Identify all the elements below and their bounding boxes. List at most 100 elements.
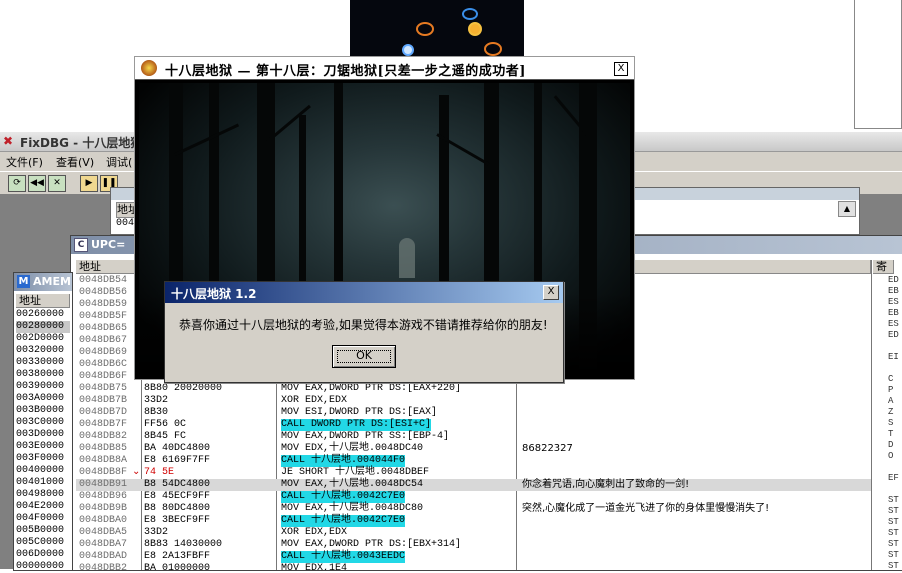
memory-row[interactable]: 003D0000 — [16, 429, 70, 441]
ok-button[interactable]: OK — [332, 345, 396, 368]
restart-icon[interactable]: ⟳ — [8, 175, 26, 192]
memory-row[interactable]: 00000000 — [16, 561, 70, 573]
disasm-instruction: XOR EDX,EDX — [281, 395, 348, 406]
memory-row[interactable]: 00498000 — [16, 489, 70, 501]
disasm-address: 0048DB7D — [79, 407, 128, 418]
disasm-row[interactable]: 0048DB9B B8 80DC4800 MOV EAX,十八层地.0048DC80… — [76, 503, 871, 515]
disasm-instruction: JE SHORT 十八层地.0048DBEF — [281, 467, 430, 478]
disasm-row[interactable]: 0048DBA5 33D2 XOR EDX,EDX — [76, 527, 871, 539]
disasm-instruction: MOV EAX,DWORD PTR SS:[EBP-4] — [281, 431, 450, 442]
memory-row[interactable]: 006D0000 — [16, 549, 70, 561]
memory-row[interactable]: 005C0000 — [16, 537, 70, 549]
register-label: EF — [888, 473, 899, 483]
debugger-title: FixDBG - 十八层地狱 — [20, 136, 143, 150]
memory-row[interactable]: 004E2000 — [16, 501, 70, 513]
game-titlebar[interactable]: 十八层地狱 — 第十八层：刀锯地狱[只差一步之遥的成功者] X — [135, 57, 634, 80]
close-icon[interactable]: ✕ — [48, 175, 66, 192]
memory-row[interactable]: 00280000 — [16, 321, 70, 333]
register-label: D — [888, 440, 894, 450]
register-label: C — [888, 374, 894, 384]
menu-view[interactable]: 查看(V) — [56, 154, 94, 170]
register-label: ED — [888, 330, 899, 340]
close-icon[interactable]: X — [543, 285, 559, 300]
register-label: P — [888, 385, 894, 395]
col-registers[interactable]: 寄 — [873, 260, 894, 274]
disasm-address: 0048DB75 — [79, 383, 128, 394]
memory-row[interactable]: 003B0000 — [16, 405, 70, 417]
disasm-row[interactable]: 0048DB8F ⌄ 74 5E JE SHORT 十八层地.0048DBEF — [76, 467, 871, 479]
disasm-instruction: CALL 十八层地.0042C7E0 — [281, 515, 406, 527]
disasm-address: 0048DBA7 — [79, 539, 128, 550]
register-label: EB — [888, 308, 899, 318]
disasm-bytes: 8B80 20020000 — [144, 383, 223, 394]
disasm-instruction: MOV EDX,十八层地.0048DC40 — [281, 443, 424, 454]
disasm-instruction: CALL DWORD PTR DS:[ESI+C] — [281, 419, 432, 431]
disasm-row[interactable]: 0048DBA0 E8 3BECF9FF CALL 十八层地.0042C7E0 — [76, 515, 871, 527]
memory-row[interactable]: 004F0000 — [16, 513, 70, 525]
register-label: A — [888, 396, 894, 406]
memory-row[interactable]: 003C0000 — [16, 417, 70, 429]
disasm-row[interactable]: 0048DBA7 8B83 14030000 MOV EAX,DWORD PTR D… — [76, 539, 871, 551]
disasm-row[interactable]: 0048DB96 E8 45ECF9FF CALL 十八层地.0042C7E0 — [76, 491, 871, 503]
memory-row[interactable]: 003E0000 — [16, 441, 70, 453]
disasm-row[interactable]: 0048DB7F FF56 0C CALL DWORD PTR DS:[ESI+C] — [76, 419, 871, 431]
memory-row[interactable]: 005B0000 — [16, 525, 70, 537]
disasm-bytes: BA 40DC4800 — [144, 443, 211, 454]
memory-badge: M — [17, 275, 30, 288]
memory-row[interactable]: 00401000 — [16, 477, 70, 489]
disasm-bytes: 74 5E — [144, 467, 175, 478]
disasm-address: 0048DB6F — [79, 371, 128, 382]
memory-row[interactable]: 00260000 — [16, 309, 70, 321]
disasm-address: 0048DB8A — [79, 455, 128, 466]
game-title: 十八层地狱 — 第十八层：刀锯地狱[只差一步之遥的成功者] — [165, 64, 526, 79]
disasm-row[interactable]: 0048DB75 8B80 20020000 MOV EAX,DWORD PTR D… — [76, 383, 871, 395]
memory-row[interactable]: 003A0000 — [16, 393, 70, 405]
disasm-comment: 你念着咒语,向心魔刺出了致命的一剑! — [522, 479, 690, 490]
memory-row[interactable]: 00380000 — [16, 369, 70, 381]
branch — [174, 123, 240, 156]
disasm-row[interactable]: 0048DB7D 8B30 MOV ESI,DWORD PTR DS:[EAX] — [76, 407, 871, 419]
register-label: ST — [888, 506, 899, 516]
disasm-instruction: MOV EAX,十八层地.0048DC54 — [281, 479, 424, 490]
disasm-row[interactable]: 0048DBAD E8 2A13FBFF CALL 十八层地.0043EEDC — [76, 551, 871, 563]
disasm-bytes: 33D2 — [144, 395, 169, 406]
close-icon[interactable]: X — [614, 62, 628, 76]
disasm-address: 0048DB9B — [79, 503, 128, 514]
orange-ring-icon — [484, 42, 502, 56]
memory-row[interactable]: 00390000 — [16, 381, 70, 393]
disasm-address: 0048DB67 — [79, 335, 128, 346]
register-label: EI — [888, 352, 899, 362]
disasm-row[interactable]: 0048DB85 BA 40DC4800 MOV EDX,十八层地.0048DC40… — [76, 443, 871, 455]
disasm-bytes: 8B30 — [144, 407, 169, 418]
memory-row[interactable]: 002D0000 — [16, 333, 70, 345]
disasm-row[interactable]: 0048DB91 B8 54DC4800 MOV EAX,十八层地.0048DC54… — [76, 479, 871, 491]
disasm-address: 0048DB65 — [79, 323, 128, 334]
dialog-titlebar[interactable]: 十八层地狱 1.2 X — [165, 282, 563, 303]
disasm-row[interactable]: 0048DB8A E8 6169F7FF CALL 十八层地.004044F0 — [76, 455, 871, 467]
rewind-icon[interactable]: ◀◀ — [28, 175, 46, 192]
tombstone — [399, 238, 415, 278]
register-label: ES — [888, 319, 899, 329]
disasm-bytes: FF56 0C — [144, 419, 187, 430]
disasm-row[interactable]: 0048DB7B 33D2 XOR EDX,EDX — [76, 395, 871, 407]
memory-row[interactable]: 003F0000 — [16, 453, 70, 465]
menu-file[interactable]: 文件(F) — [6, 154, 43, 170]
disasm-address: 0048DB96 — [79, 491, 128, 502]
disasm-address: 0048DB7F — [79, 419, 128, 430]
run-icon[interactable]: ▶ — [80, 175, 98, 192]
menu-debug[interactable]: 调试( — [106, 154, 132, 170]
memory-col-address[interactable]: 地址 — [16, 294, 70, 308]
bug-icon: ✖ — [3, 134, 14, 148]
memory-row[interactable]: 00330000 — [16, 357, 70, 369]
memory-titlebar[interactable]: M AMEM — [14, 273, 72, 291]
memory-row[interactable]: 00400000 — [16, 465, 70, 477]
disasm-bytes: 8B45 FC — [144, 431, 187, 442]
scroll-up-icon[interactable]: ▲ — [838, 201, 856, 217]
focus-rect — [337, 350, 391, 363]
register-label: ST — [888, 495, 899, 505]
disasm-row[interactable]: 0048DB82 8B45 FC MOV EAX,DWORD PTR SS:[EBP… — [76, 431, 871, 443]
disasm-instruction: MOV EAX,DWORD PTR DS:[EAX+220] — [281, 383, 462, 394]
dialog-title: 十八层地狱 1.2 — [171, 287, 257, 301]
disasm-instruction: CALL 十八层地.0043EEDC — [281, 551, 406, 563]
memory-row[interactable]: 00320000 — [16, 345, 70, 357]
